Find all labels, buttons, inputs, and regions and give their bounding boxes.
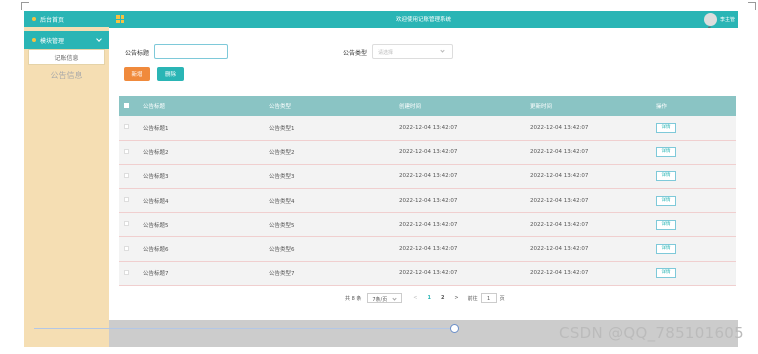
detail-button[interactable]: 详情: [656, 122, 676, 133]
cell-created: 2022-12-04 13:42:07: [399, 270, 458, 277]
cell-updated: 2022-12-04 13:42:07: [530, 270, 589, 277]
sidebar-group-modules[interactable]: 模块管理: [24, 31, 109, 49]
total-count: 共 8 条: [345, 295, 362, 302]
row-checkbox[interactable]: [124, 172, 129, 178]
top-bar: 欢迎使用记账管理系统 李主管: [109, 11, 738, 28]
cell-created: 2022-12-04 13:42:07: [399, 124, 458, 131]
table-row: 公告标题2 公告类型2 2022-12-04 13:42:07 2022-12-04 …: [119, 140, 736, 165]
goto-page-input[interactable]: 1: [480, 293, 497, 303]
detail-button[interactable]: 详情: [656, 147, 676, 158]
delete-button[interactable]: 删除: [157, 67, 184, 81]
detail-button[interactable]: 详情: [656, 219, 676, 230]
app-frame: 后台首页 模块管理 记账信息 公告信息 欢迎使用记账管理系统 李主管 ↖ 公告标…: [0, 0, 758, 354]
add-button[interactable]: 新增: [124, 67, 150, 81]
type-select-placeholder: 请选择: [378, 50, 394, 56]
page-unit-label: 页: [499, 295, 505, 302]
sidebar-group-label: 模块管理: [40, 37, 65, 45]
goto-label: 前往: [467, 295, 478, 302]
cell-created: 2022-12-04 13:42:07: [399, 149, 458, 156]
table-header-row: 公告标题 公告类型 创建时间 更新时间 操作: [119, 96, 736, 116]
table-row: 公告标题3 公告类型3 2022-12-04 13:42:07 2022-12-04 …: [119, 164, 736, 189]
page-number[interactable]: 2: [441, 295, 444, 301]
cell-type: 公告类型6: [269, 247, 295, 254]
horizontal-scrollbar[interactable]: [34, 328, 454, 329]
cell-title: 公告标题7: [143, 271, 169, 278]
column-header: 更新时间: [530, 104, 553, 110]
sidebar-item-accounting[interactable]: 记账信息: [28, 49, 105, 65]
sidebar-item-notice[interactable]: 公告信息: [28, 67, 105, 83]
page-size-select[interactable]: 7条/页: [367, 293, 403, 303]
chevron-down-icon: [440, 48, 445, 53]
detail-button[interactable]: 详情: [656, 244, 676, 255]
detail-button[interactable]: 详情: [656, 268, 676, 279]
title-filter-label: 公告标题: [125, 50, 150, 57]
type-filter-label: 公告类型: [343, 50, 368, 57]
cell-type: 公告类型4: [269, 198, 295, 205]
cell-title: 公告标题2: [143, 150, 169, 157]
chevron-down-icon: [96, 36, 102, 42]
cell-updated: 2022-12-04 13:42:07: [530, 124, 589, 131]
scrollbar-thumb[interactable]: [450, 324, 459, 333]
corner-mark: [21, 2, 29, 10]
sidebar-item-label: 公告信息: [50, 70, 83, 80]
watermark: CSDN @QQ_785101605: [559, 324, 744, 342]
table-row: 公告标题6 公告类型6 2022-12-04 13:42:07 2022-12-04 …: [119, 236, 736, 262]
cell-created: 2022-12-04 13:42:07: [399, 197, 458, 204]
sidebar: 后台首页 模块管理 记账信息 公告信息: [24, 11, 109, 347]
cell-title: 公告标题1: [143, 125, 169, 132]
cell-type: 公告类型3: [269, 174, 295, 181]
user-name[interactable]: 李主管: [720, 16, 735, 23]
cell-created: 2022-12-04 13:42:07: [399, 221, 458, 228]
column-header: 操作: [656, 104, 668, 110]
page-number[interactable]: 1: [427, 295, 430, 301]
detail-button[interactable]: 详情: [656, 195, 676, 206]
cell-title: 公告标题5: [143, 222, 169, 229]
main-content: 公告标题 公告类型 请选择 新增 删除 公告标题 公告类型 创建时间 更新时间 …: [109, 28, 738, 320]
sidebar-item-label: 记账信息: [54, 54, 79, 62]
cell-created: 2022-12-04 13:42:07: [399, 173, 458, 180]
select-all-checkbox[interactable]: [124, 102, 129, 108]
detail-button[interactable]: 详情: [656, 171, 676, 182]
cell-title: 公告标题4: [143, 198, 169, 205]
cell-created: 2022-12-04 13:42:07: [399, 246, 458, 253]
row-checkbox[interactable]: [124, 221, 129, 227]
cell-type: 公告类型7: [269, 271, 295, 278]
app-title: 欢迎使用记账管理系统: [395, 17, 451, 23]
cell-title: 公告标题6: [143, 247, 169, 254]
row-checkbox[interactable]: [124, 197, 129, 203]
cell-title: 公告标题3: [143, 174, 169, 181]
cell-updated: 2022-12-04 13:42:07: [530, 221, 589, 228]
row-checkbox[interactable]: [124, 148, 129, 154]
next-page-button[interactable]: >: [454, 295, 458, 301]
cell-type: 公告类型2: [269, 150, 295, 157]
cell-updated: 2022-12-04 13:42:07: [530, 173, 589, 180]
table-row: 公告标题5 公告类型5 2022-12-04 13:42:07 2022-12-04 …: [119, 212, 736, 237]
table-row: 公告标题4 公告类型4 2022-12-04 13:42:07 2022-12-04 …: [119, 188, 736, 213]
cell-type: 公告类型1: [269, 125, 295, 132]
corner-mark: [748, 2, 756, 10]
cell-updated: 2022-12-04 13:42:07: [530, 246, 589, 253]
column-header: 公告标题: [143, 104, 166, 110]
table-row: 公告标题1 公告类型1 2022-12-04 13:42:07 2022-12-04 …: [119, 116, 736, 141]
row-checkbox[interactable]: [124, 124, 129, 130]
prev-page-button[interactable]: <: [413, 295, 417, 301]
row-checkbox[interactable]: [124, 269, 129, 275]
cell-type: 公告类型5: [269, 222, 295, 229]
pagination: 共 8 条 7条/页 < 1 2 > 前往 1 页: [345, 292, 505, 304]
sidebar-item-home[interactable]: 后台首页: [24, 11, 109, 27]
row-checkbox[interactable]: [124, 245, 129, 251]
title-search-input[interactable]: [154, 44, 228, 59]
column-header: 公告类型: [269, 104, 292, 110]
column-header: 创建时间: [399, 104, 422, 110]
home-icon: [32, 17, 36, 21]
notice-table: 公告标题 公告类型 创建时间 更新时间 操作 公告标题1 公告类型1 2022-12…: [119, 96, 736, 286]
table-row: 公告标题7 公告类型7 2022-12-04 13:42:07 2022-12-04 …: [119, 261, 736, 286]
cell-updated: 2022-12-04 13:42:07: [530, 197, 589, 204]
module-icon: [32, 38, 36, 42]
cell-updated: 2022-12-04 13:42:07: [530, 149, 589, 156]
type-select[interactable]: 请选择: [372, 44, 453, 59]
sidebar-item-label: 后台首页: [40, 16, 65, 24]
